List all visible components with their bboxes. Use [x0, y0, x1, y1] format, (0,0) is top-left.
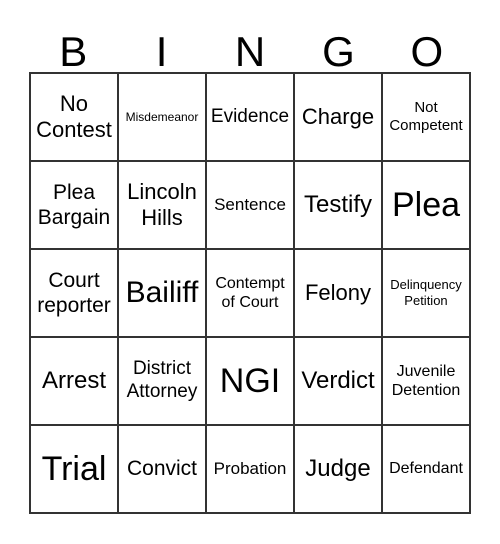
bingo-cell[interactable]: Bailiff: [118, 249, 206, 337]
bingo-cell[interactable]: Charge: [294, 73, 382, 161]
bingo-cell[interactable]: Felony: [294, 249, 382, 337]
bingo-cell[interactable]: Sentence: [206, 161, 294, 249]
bingo-cell[interactable]: Lincoln Hills: [118, 161, 206, 249]
bingo-cell[interactable]: Evidence: [206, 73, 294, 161]
bingo-cell[interactable]: Testify: [294, 161, 382, 249]
bingo-cell[interactable]: Juvenile Detention: [382, 337, 470, 425]
bingo-cell[interactable]: Plea Bargain: [30, 161, 118, 249]
bingo-cell[interactable]: Not Competent: [382, 73, 470, 161]
bingo-cell[interactable]: Court reporter: [30, 249, 118, 337]
bingo-header: B I N G O: [29, 28, 471, 76]
bingo-cell[interactable]: Defendant: [382, 425, 470, 513]
bingo-cell[interactable]: No Contest: [30, 73, 118, 161]
bingo-cell[interactable]: Probation: [206, 425, 294, 513]
bingo-cell[interactable]: Misdemeanor: [118, 73, 206, 161]
bingo-cell[interactable]: Judge: [294, 425, 382, 513]
bingo-cell[interactable]: District Attorney: [118, 337, 206, 425]
header-letter-n: N: [234, 28, 266, 75]
bingo-cell[interactable]: Convict: [118, 425, 206, 513]
bingo-cell[interactable]: Arrest: [30, 337, 118, 425]
header-letter-g: G: [322, 28, 355, 75]
bingo-cell[interactable]: Plea: [382, 161, 470, 249]
bingo-cell[interactable]: Trial: [30, 425, 118, 513]
bingo-cell[interactable]: Delinquency Petition: [382, 249, 470, 337]
bingo-cell[interactable]: Contempt of Court: [206, 249, 294, 337]
header-letter-o: O: [410, 28, 444, 75]
header-letter-b: B: [59, 28, 88, 75]
bingo-cell[interactable]: Verdict: [294, 337, 382, 425]
header-letter-i: I: [155, 28, 168, 75]
bingo-cell[interactable]: NGI: [206, 337, 294, 425]
bingo-grid: No Contest Misdemeanor Evidence Charge N…: [29, 72, 471, 514]
